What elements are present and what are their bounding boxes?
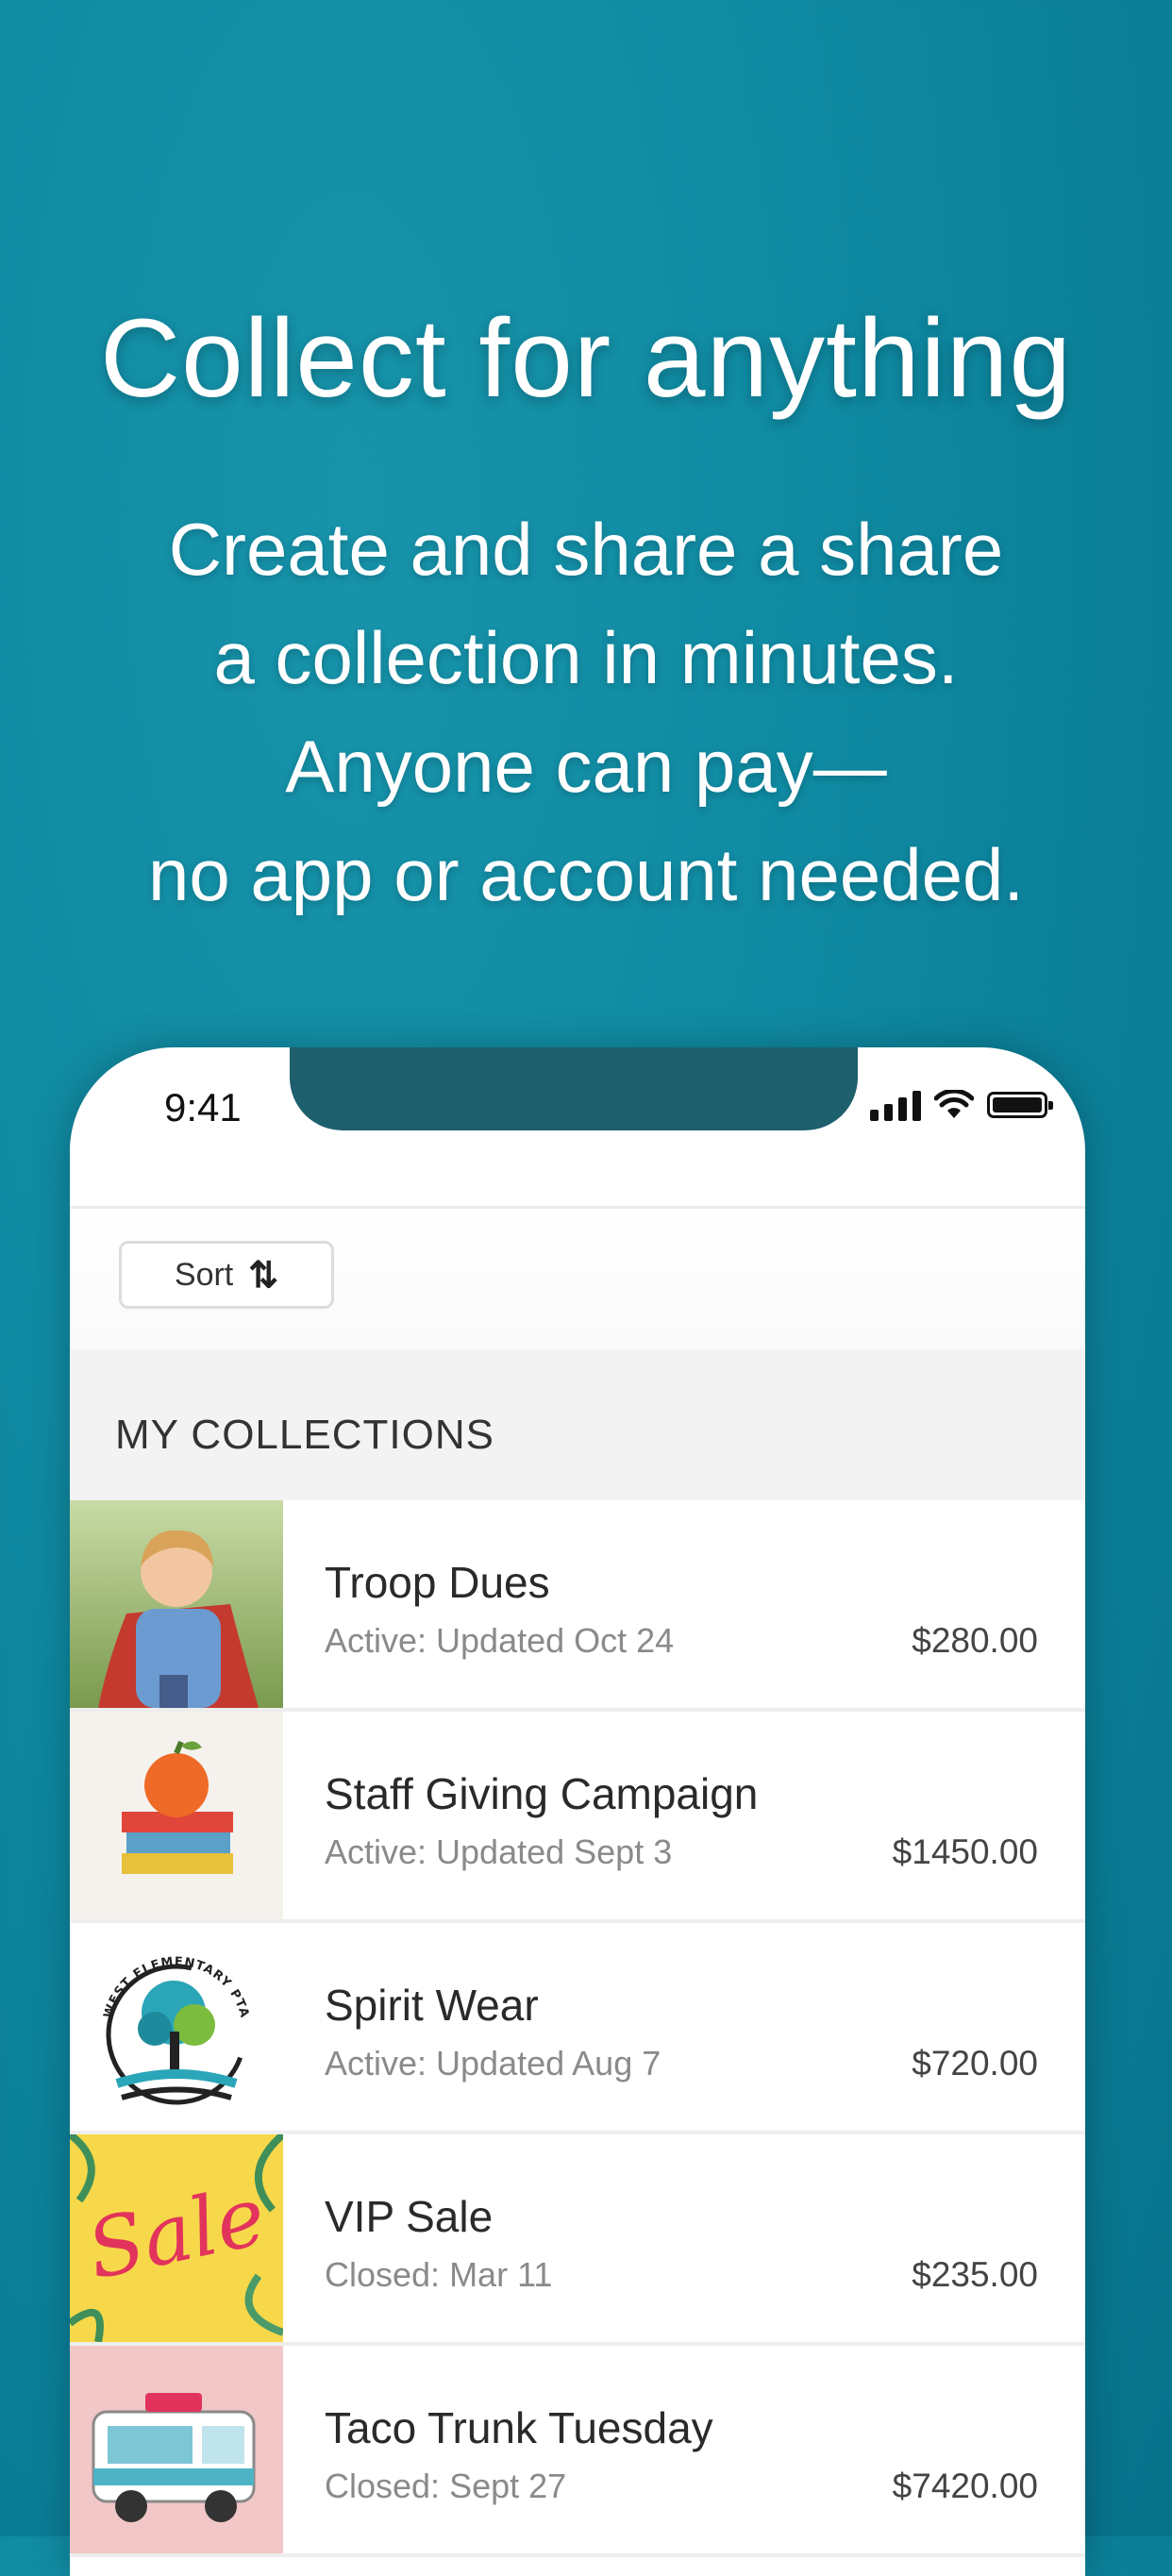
collection-title: Staff Giving Campaign — [325, 1769, 759, 1818]
subheadline: Create and share a share a collection in… — [0, 495, 1172, 929]
sort-label: Sort — [174, 1256, 234, 1293]
collection-title: VIP Sale — [325, 2192, 494, 2241]
sort-arrows-icon: ⇅ — [248, 1255, 279, 1296]
collection-title: Taco Trunk Tuesday — [325, 2403, 713, 2452]
collection-status: Closed: Sept 27 — [325, 2467, 567, 2505]
signal-icon — [870, 1089, 921, 1121]
collection-status: Closed: Mar 11 — [325, 2255, 553, 2294]
collection-row[interactable]: WEST ELEMENTARY PTA Spirit Wear Active: … — [70, 1923, 1085, 2134]
collection-row[interactable]: Taco Trunk Tuesday Closed: Sept 27 $7420… — [70, 2346, 1085, 2557]
subheadline-line: Create and share a share — [168, 508, 1004, 591]
collection-amount: $280.00 — [912, 1621, 1038, 1660]
battery-icon — [987, 1092, 1053, 1118]
apple-books-icon — [70, 1712, 283, 1919]
tree-logo: WEST ELEMENTARY PTA — [70, 1923, 283, 2131]
headline: Collect for anything — [99, 296, 1073, 421]
collections-list: Troop Dues Active: Updated Oct 24 $280.0… — [70, 1500, 1085, 2557]
child-superhero-photo — [70, 1500, 283, 1708]
collection-title: Troop Dues — [325, 1558, 550, 1607]
collection-amount: $235.00 — [912, 2255, 1038, 2294]
wifi-icon — [934, 1090, 974, 1118]
collection-amount: $1450.00 — [892, 1832, 1038, 1871]
subheadline-line: a collection in minutes. — [213, 616, 959, 699]
collection-status: Active: Updated Oct 24 — [325, 1621, 675, 1660]
collection-title: Spirit Wear — [325, 1981, 539, 2030]
food-truck-illustration — [70, 2346, 283, 2553]
subheadline-line: no app or account needed. — [147, 833, 1025, 916]
section-title: MY COLLECTIONS — [115, 1412, 494, 1458]
collection-amount: $7420.00 — [892, 2467, 1038, 2505]
collection-row[interactable]: Sale VIP Sale Closed: Mar 11 $235.00 — [70, 2134, 1085, 2346]
phone-mockup: 9:41 Sort ⇅ MY COLLECTIONS Troop Dues Ac… — [70, 1047, 1085, 2576]
sort-button[interactable]: Sort ⇅ — [119, 1241, 334, 1309]
phone-notch — [290, 1047, 858, 1130]
collection-row[interactable]: Troop Dues Active: Updated Oct 24 $280.0… — [70, 1500, 1085, 1712]
collection-row[interactable]: Staff Giving Campaign Active: Updated Se… — [70, 1712, 1085, 1923]
sale-graphic: Sale — [70, 2134, 283, 2342]
collection-status: Active: Updated Aug 7 — [325, 2044, 661, 2083]
status-icons — [870, 1089, 1053, 1121]
status-time: 9:41 — [164, 1085, 242, 1129]
subheadline-line: Anyone can pay— — [285, 725, 887, 808]
collection-status: Active: Updated Sept 3 — [325, 1832, 673, 1871]
collection-amount: $720.00 — [912, 2044, 1038, 2083]
